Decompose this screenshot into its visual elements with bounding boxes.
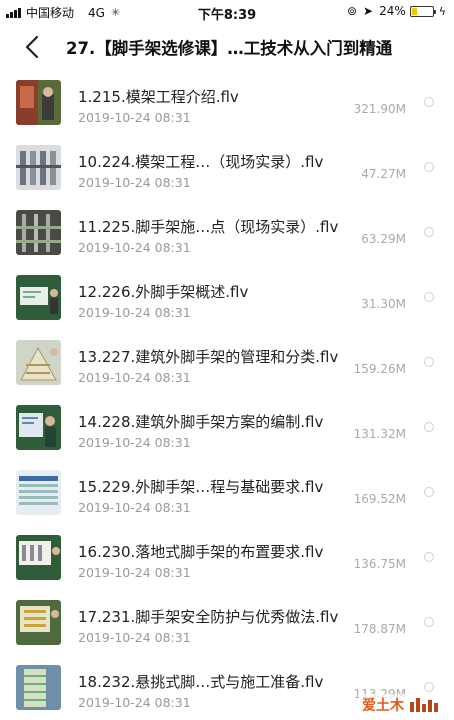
page-title: 27.【脚手架选修课】…工技术从入门到精通 (66, 39, 393, 58)
battery-icon (409, 5, 436, 17)
select-radio[interactable] (424, 552, 434, 562)
file-size: 169.52M (353, 492, 406, 506)
file-name: 18.232.悬挑式脚…式与施工准备.flv (78, 673, 324, 691)
charging-icon: ϟ (438, 4, 446, 18)
watermark-logo: 爱土木 (358, 694, 448, 716)
file-date: 2019-10-24 08:31 (78, 630, 191, 645)
select-radio[interactable] (424, 357, 434, 367)
video-thumbnail (16, 470, 61, 515)
battery-percent: 24% (379, 4, 406, 18)
svg-text:爱土木: 爱土木 (362, 697, 405, 714)
file-date: 2019-10-24 08:31 (78, 500, 191, 515)
select-radio[interactable] (424, 617, 434, 627)
file-name: 14.228.建筑外脚手架方案的编制.flv (78, 413, 324, 431)
file-date: 2019-10-24 08:31 (78, 370, 191, 385)
file-date: 2019-10-24 08:31 (78, 175, 191, 190)
chevron-left-icon (25, 35, 39, 59)
file-list-item[interactable]: 17.231.脚手架安全防护与优秀做法.flv 2019-10-24 08:31 1… (0, 593, 454, 658)
file-list-item[interactable]: 11.225.脚手架施…点（现场实录）.flv 2019-10-24 08:31 6… (0, 203, 454, 268)
file-name: 16.230.落地式脚手架的布置要求.flv (78, 543, 324, 561)
file-date: 2019-10-24 08:31 (78, 565, 191, 580)
nav-bar: 27.【脚手架选修课】…工技术从入门到精通 (0, 24, 454, 70)
file-name: 17.231.脚手架安全防护与优秀做法.flv (78, 608, 339, 626)
file-list-item[interactable]: 15.229.外脚手架…程与基础要求.flv 2019-10-24 08:31 16… (0, 463, 454, 528)
file-list-item[interactable]: 13.227.建筑外脚手架的管理和分类.flv 2019-10-24 08:31 1… (0, 333, 454, 398)
file-name: 10.224.模架工程…（现场实录）.flv (78, 153, 324, 171)
file-name: 12.226.外脚手架概述.flv (78, 283, 249, 301)
location-icon: ➤ (363, 4, 374, 18)
select-radio[interactable] (424, 487, 434, 497)
file-list: 1.215.模架工程介绍.flv 2019-10-24 08:31 321.90M 1… (0, 73, 454, 720)
file-size: 321.90M (353, 102, 406, 116)
select-radio[interactable] (424, 422, 434, 432)
video-thumbnail (16, 210, 61, 255)
select-radio[interactable] (424, 97, 434, 107)
file-name: 15.229.外脚手架…程与基础要求.flv (78, 478, 324, 496)
status-right: ⊚ ➤ 24% ϟ (347, 4, 446, 18)
file-date: 2019-10-24 08:31 (78, 110, 191, 125)
file-date: 2019-10-24 08:31 (78, 695, 191, 710)
file-size: 136.75M (353, 557, 406, 571)
file-size: 47.27M (361, 167, 406, 181)
file-list-item[interactable]: 12.226.外脚手架概述.flv 2019-10-24 08:31 31.30M (0, 268, 454, 333)
file-name: 11.225.脚手架施…点（现场实录）.flv (78, 218, 339, 236)
select-radio[interactable] (424, 162, 434, 172)
select-radio[interactable] (424, 227, 434, 237)
file-date: 2019-10-24 08:31 (78, 240, 191, 255)
orientation-lock-icon: ⊚ (346, 4, 357, 18)
file-size: 131.32M (353, 427, 406, 441)
video-thumbnail (16, 80, 61, 125)
video-thumbnail (16, 535, 61, 580)
video-thumbnail (16, 405, 61, 450)
file-list-item[interactable]: 16.230.落地式脚手架的布置要求.flv 2019-10-24 08:31 13… (0, 528, 454, 593)
file-size: 63.29M (361, 232, 406, 246)
select-radio[interactable] (424, 682, 434, 692)
file-size: 178.87M (353, 622, 406, 636)
file-name: 13.227.建筑外脚手架的管理和分类.flv (78, 348, 339, 366)
status-bar: 中国移动 4G ✳ 下午8:39 ⊚ ➤ 24% ϟ (0, 0, 454, 24)
video-thumbnail (16, 600, 61, 645)
file-size: 31.30M (361, 297, 406, 311)
file-name: 1.215.模架工程介绍.flv (78, 88, 239, 106)
video-thumbnail (16, 665, 61, 710)
select-radio[interactable] (424, 292, 434, 302)
video-thumbnail (16, 145, 61, 190)
video-thumbnail (16, 340, 61, 385)
file-date: 2019-10-24 08:31 (78, 435, 191, 450)
back-button[interactable] (18, 32, 48, 62)
file-size: 159.26M (353, 362, 406, 376)
file-list-item[interactable]: 10.224.模架工程…（现场实录）.flv 2019-10-24 08:31 47… (0, 138, 454, 203)
file-list-item[interactable]: 14.228.建筑外脚手架方案的编制.flv 2019-10-24 08:31 13… (0, 398, 454, 463)
file-list-item[interactable]: 1.215.模架工程介绍.flv 2019-10-24 08:31 321.90M (0, 73, 454, 138)
file-date: 2019-10-24 08:31 (78, 305, 191, 320)
video-thumbnail (16, 275, 61, 320)
